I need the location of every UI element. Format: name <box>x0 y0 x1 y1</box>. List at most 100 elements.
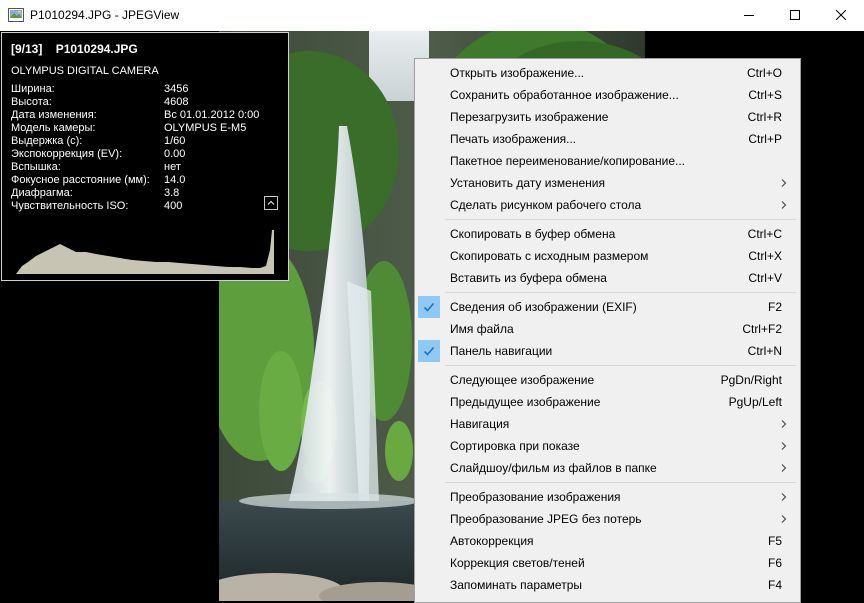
menu-item-shortcut: Ctrl+S <box>748 88 782 102</box>
histogram <box>16 230 274 274</box>
checkmark-icon <box>418 340 440 362</box>
menu-item[interactable]: Преобразование изображения <box>417 486 798 508</box>
exif-row: Ширина: 3456 <box>11 83 281 96</box>
exif-value: нет <box>164 161 181 173</box>
exif-value: 1/60 <box>164 135 186 147</box>
exif-row: Фокусное расстояние (мм): 14.0 <box>11 174 281 187</box>
menu-item-label: Предыдущее изображение <box>450 395 601 409</box>
menu-item[interactable]: Скопировать в буфер обмена Ctrl+C <box>417 223 798 245</box>
menu-item[interactable]: Печать изображения... Ctrl+P <box>417 128 798 150</box>
close-icon <box>836 10 846 20</box>
chevron-right-icon <box>780 177 788 189</box>
picture-icon[interactable] <box>8 8 24 22</box>
exif-value: 0.00 <box>164 148 186 160</box>
menu-item[interactable]: Следующее изображение PgDn/Right <box>417 369 798 391</box>
exif-row: Высота: 4608 <box>11 96 281 109</box>
image-index: [9/13] <box>11 42 43 56</box>
menu-item[interactable]: Сведения об изображении (EXIF) F2 <box>417 296 798 318</box>
menu-item[interactable]: Преобразование JPEG без потерь <box>417 508 798 530</box>
image-filename: P1010294.JPG <box>55 42 138 56</box>
exif-rows: Ширина: 3456 Высота: 4608 Дата изменения: В… <box>11 83 281 213</box>
exif-value: 14.0 <box>164 174 186 186</box>
menu-item-label: Перезагрузить изображение <box>450 110 609 124</box>
exif-key: Диафрагма: <box>11 187 73 199</box>
menu-item-label: Преобразование JPEG без потерь <box>450 512 642 526</box>
title-bar: P1010294.JPG - JPEGView <box>0 0 864 32</box>
menu-item[interactable]: Пакетное переименование/копирование... <box>417 150 798 172</box>
exif-row: Экспокоррекция (EV): 0.00 <box>11 148 281 161</box>
menu-item[interactable]: Имя файла Ctrl+F2 <box>417 318 798 340</box>
menu-item[interactable]: Коррекция светов/теней F6 <box>417 552 798 574</box>
menu-item-label: Сохранить обработанное изображение... <box>450 88 679 102</box>
chevron-up-icon <box>267 200 275 205</box>
menu-item[interactable]: Предыдущее изображение PgUp/Left <box>417 391 798 413</box>
exif-key: Выдержка (с): <box>11 135 83 147</box>
exif-value: 3456 <box>164 83 189 95</box>
menu-item[interactable]: Перезагрузить изображение Ctrl+R <box>417 106 798 128</box>
chevron-right-icon <box>780 513 788 525</box>
menu-item-label: Преобразование изображения <box>450 490 621 504</box>
menu-item[interactable]: Открыть изображение... Ctrl+O <box>417 62 798 84</box>
exif-value: 400 <box>164 200 183 212</box>
minimize-button[interactable] <box>726 0 772 31</box>
menu-item-label: Вставить из буфера обмена <box>450 271 607 285</box>
menu-item[interactable]: Панель навигации Ctrl+N <box>417 340 798 362</box>
menu-item[interactable]: Вставить из буфера обмена Ctrl+V <box>417 267 798 289</box>
maximize-icon <box>790 10 800 20</box>
exif-key: Дата изменения: <box>11 109 97 121</box>
exif-value: Вс 01.01.2012 0:00 <box>164 109 260 121</box>
menu-item[interactable]: Установить дату изменения <box>417 172 798 194</box>
menu-item-label: Запоминать параметры <box>450 578 583 592</box>
menu-item-label: Сортировка при показе <box>450 439 580 453</box>
menu-item[interactable]: Сохранить обработанное изображение... Ctr… <box>417 84 798 106</box>
menu-item-shortcut: Ctrl+O <box>746 66 782 80</box>
menu-item-shortcut: Ctrl+F2 <box>742 322 782 336</box>
menu-item-label: Панель навигации <box>450 344 553 358</box>
menu-separator <box>445 219 796 220</box>
context-menu: Открыть изображение... Ctrl+O Сохранить об… <box>414 58 801 603</box>
exif-key: Вспышка: <box>11 161 61 173</box>
collapse-exif-button[interactable] <box>264 196 278 210</box>
chevron-right-icon <box>780 199 788 211</box>
menu-item-shortcut: F2 <box>767 300 782 314</box>
menu-item-label: Автокоррекция <box>450 534 534 548</box>
exif-row: Чувствительность ISO: 400 <box>11 200 281 213</box>
chevron-right-icon <box>780 418 788 430</box>
menu-item-label: Навигация <box>450 417 510 431</box>
menu-item[interactable]: Сделать рисунком рабочего стола <box>417 194 798 216</box>
exif-row: Выдержка (с): 1/60 <box>11 135 281 148</box>
menu-item-label: Сделать рисунком рабочего стола <box>450 198 642 212</box>
chevron-right-icon <box>780 462 788 474</box>
menu-item-shortcut: Ctrl+P <box>748 132 782 146</box>
menu-item-shortcut: F5 <box>767 534 782 548</box>
maximize-button[interactable] <box>772 0 818 31</box>
exif-row: Дата изменения: Вс 01.01.2012 0:00 <box>11 109 281 122</box>
exif-value: OLYMPUS E-M5 <box>164 122 247 134</box>
menu-item-shortcut: Ctrl+X <box>748 249 782 263</box>
menu-item-label: Скопировать с исходным размером <box>450 249 649 263</box>
menu-item[interactable]: Скопировать с исходным размером Ctrl+X <box>417 245 798 267</box>
exif-key: Модель камеры: <box>11 122 96 134</box>
menu-item[interactable]: Навигация <box>417 413 798 435</box>
exif-value: 4608 <box>164 96 189 108</box>
exif-info-panel: [9/13] P1010294.JPG OLYMPUS DIGITAL CAME… <box>1 32 289 281</box>
menu-item-shortcut: PgUp/Left <box>728 395 782 409</box>
exif-key: Чувствительность ISO: <box>11 200 129 212</box>
menu-item-shortcut: Ctrl+N <box>747 344 782 358</box>
menu-item[interactable]: Слайдшоу/фильм из файлов в папке <box>417 457 798 479</box>
exif-row: Вспышка: нет <box>11 161 281 174</box>
menu-item-shortcut: Ctrl+V <box>748 271 782 285</box>
chevron-right-icon <box>780 440 788 452</box>
image-viewport[interactable]: [9/13] P1010294.JPG OLYMPUS DIGITAL CAME… <box>0 31 864 603</box>
menu-item[interactable]: Сортировка при показе <box>417 435 798 457</box>
menu-item-label: Скопировать в буфер обмена <box>450 227 616 241</box>
menu-item[interactable]: Автокоррекция F5 <box>417 530 798 552</box>
exif-key: Высота: <box>11 96 52 108</box>
menu-item-label: Печать изображения... <box>450 132 577 146</box>
menu-item-shortcut: Ctrl+C <box>747 227 782 241</box>
close-button[interactable] <box>818 0 864 31</box>
chevron-right-icon <box>780 491 788 503</box>
menu-item-shortcut: Ctrl+R <box>747 110 782 124</box>
menu-separator <box>445 292 796 293</box>
menu-item[interactable]: Запоминать параметры F4 <box>417 574 798 596</box>
